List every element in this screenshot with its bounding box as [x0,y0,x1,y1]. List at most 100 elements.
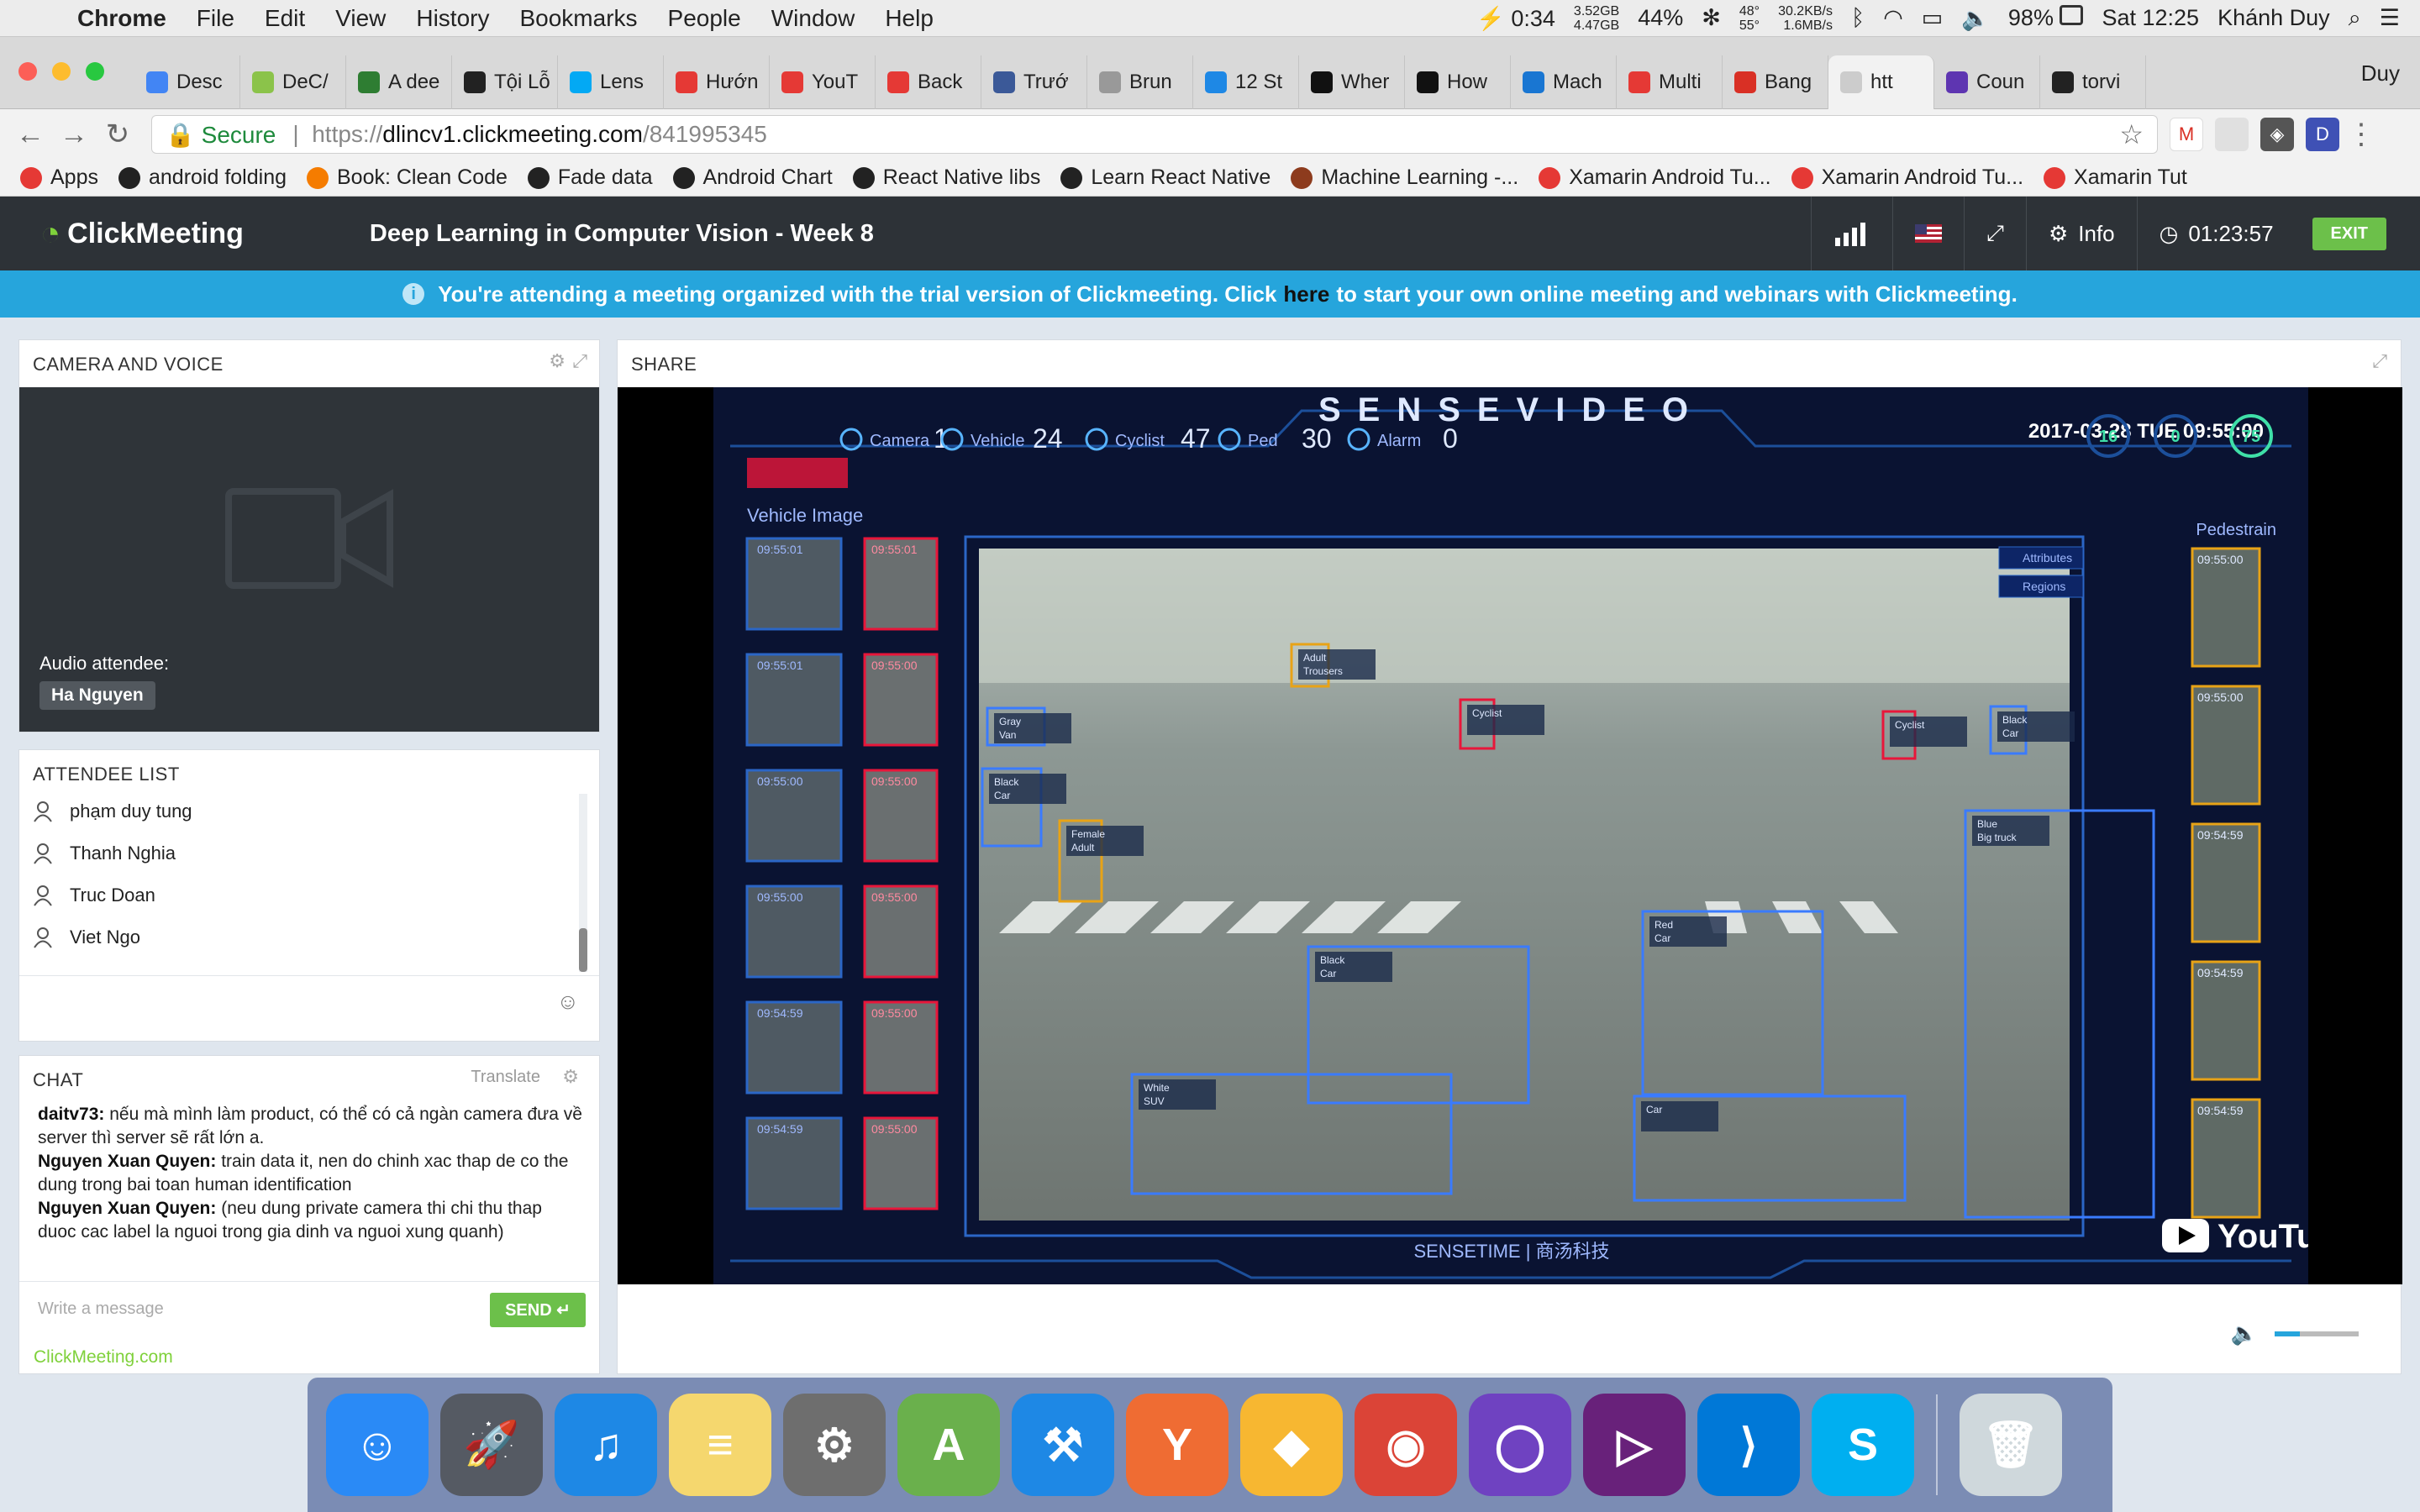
menu-history[interactable]: History [401,5,504,32]
address-bar[interactable]: 🔒 Secure | https:// dlincv1.clickmeeting… [151,115,2158,154]
browser-tab[interactable]: htt [1828,55,1934,109]
settings-icon[interactable]: ⚙ [549,350,566,372]
vehicle-thumbnail[interactable]: 09:54:59 09:55:00 [745,1116,939,1210]
browser-tab[interactable]: YouT [770,55,876,109]
extension-shield-icon[interactable]: ◈ [2260,118,2294,151]
bookmark-item[interactable]: Xamarin Android Tu... [1539,165,1771,190]
share-expand-icon[interactable]: ⤢ [2372,350,2387,372]
chrome-menu-icon[interactable]: ⋮ [2339,118,2383,151]
user-name[interactable]: Khánh Duy [2217,5,2330,31]
skype-dock-icon[interactable]: S [1812,1394,1914,1496]
bookmark-item[interactable]: React Native libs [852,165,1040,190]
temperature-status[interactable]: 48° 55° [1739,4,1760,33]
forward-button[interactable]: → [52,118,96,151]
chat-message-input[interactable]: Write a message [38,1299,475,1319]
xcode-dock-icon[interactable]: ⚒ [1012,1394,1114,1496]
bookmark-item[interactable]: Learn React Native [1060,165,1270,190]
browser-tab[interactable]: Desc [134,55,240,109]
menu-file[interactable]: File [182,5,250,32]
bookmark-item[interactable]: Android Chart [672,165,833,190]
emoji-icon[interactable]: ☺ [556,989,579,1015]
bookmark-item[interactable]: Fade data [527,165,653,190]
spotlight-search-icon[interactable]: ⌕ [2349,5,2361,32]
extension-icon[interactable] [2215,118,2249,151]
pedestrian-thumbnail[interactable]: 09:54:59 [2191,1098,2261,1219]
android-studio-dock-icon[interactable]: A [897,1394,1000,1496]
trash-dock-icon[interactable]: 🗑 [1960,1394,2062,1496]
browser-tab[interactable]: DeC/ [240,55,346,109]
vehicle-thumbnail[interactable]: 09:55:00 09:55:00 [745,885,939,979]
bookmark-item[interactable]: Xamarin Android Tu... [1791,165,2023,190]
bluetooth-icon[interactable]: ᛒ [1851,5,1865,31]
browser-tab[interactable]: Hướn [664,55,770,109]
secure-indicator[interactable]: 🔒 Secure [166,121,276,149]
notes-dock-icon[interactable]: ≡ [669,1394,771,1496]
menu-window[interactable]: Window [756,5,871,32]
extension-d-icon[interactable]: D [2306,118,2339,151]
vehicle-thumbnail[interactable]: 09:55:01 09:55:01 [745,537,939,631]
volume-icon[interactable]: 🔈 [1961,5,1990,32]
browser-tab[interactable]: Coun [1934,55,2040,109]
cpu-status[interactable]: 44% [1638,5,1683,31]
wifi-icon[interactable]: ◠ [1883,5,1903,31]
vehicle-thumbnail[interactable]: 09:55:01 09:55:00 [745,653,939,747]
browser-tab[interactable]: Mach [1511,55,1617,109]
menu-bookmarks[interactable]: Bookmarks [504,5,652,32]
translate-button[interactable]: Translate [471,1068,540,1087]
pedestrian-thumbnail[interactable]: 09:55:00 [2191,685,2261,806]
browser-tab[interactable]: Back [876,55,981,109]
signal-strength-icon[interactable] [1811,197,1892,270]
language-flag-icon[interactable] [1892,197,1964,270]
menu-view[interactable]: View [320,5,401,32]
attendee-item[interactable]: Thanh Nghia [33,843,176,864]
detection-box[interactable]: Gray Van [986,706,1071,747]
attributes-toggle[interactable]: Attributes [2023,551,2072,564]
postman-dock-icon[interactable]: Y [1126,1394,1228,1496]
notification-center-icon[interactable]: ☰ [2380,5,2400,31]
bookmark-item[interactable]: Book: Clean Code [307,165,508,190]
github-desktop-dock-icon[interactable]: ◯ [1469,1394,1571,1496]
volume-slider[interactable] [2275,1331,2359,1336]
info-button[interactable]: ⚙ Info [2025,197,2137,270]
audio-attendee-name[interactable]: Ha Nguyen [39,681,155,710]
menu-help[interactable]: Help [870,5,949,32]
bookmark-item[interactable]: Xamarin Tut [2044,165,2187,190]
attendee-scrollbar[interactable] [579,794,587,972]
network-status[interactable]: 30.2KB/s 1.6MB/s [1778,4,1833,33]
browser-tab[interactable]: Bang [1723,55,1828,109]
vehicle-thumbnail[interactable]: 09:55:00 09:55:00 [745,769,939,863]
powered-by-link[interactable]: ClickMeeting.com [34,1347,173,1368]
browser-tab[interactable]: Brun [1087,55,1193,109]
pedestrian-thumbnail[interactable]: 09:54:59 [2191,960,2261,1081]
reload-button[interactable]: ↻ [96,118,139,151]
bookmark-star-icon[interactable]: ☆ [2119,118,2144,150]
pedestrian-thumbnail[interactable]: 09:54:59 [2191,822,2261,943]
browser-tab[interactable]: Trướ [981,55,1087,109]
memory-status[interactable]: 3.52GB 4.47GB [1574,4,1619,33]
attendee-item[interactable]: Viet Ngo [33,927,140,948]
gmail-extension-icon[interactable]: M [2170,118,2203,151]
clock[interactable]: Sat 12:25 [2102,5,2199,31]
browser-tab[interactable]: 12 St [1193,55,1299,109]
menu-edit[interactable]: Edit [250,5,320,32]
bookmark-item[interactable]: android folding [118,165,287,190]
visual-studio-dock-icon[interactable]: ▷ [1583,1394,1686,1496]
battery-time-status[interactable]: ⚡ 0:34 [1476,5,1555,32]
itunes-dock-icon[interactable]: ♫ [555,1394,657,1496]
volume-control[interactable]: 🔈 [2231,1320,2359,1347]
system-preferences-dock-icon[interactable]: ⚙ [783,1394,886,1496]
fullscreen-icon[interactable]: ⤢ [1964,197,2026,270]
chat-settings-icon[interactable]: ⚙ [562,1066,579,1088]
browser-tab[interactable]: Multi [1617,55,1723,109]
bookmark-item[interactable]: Apps [20,165,98,190]
browser-tab[interactable]: How [1405,55,1511,109]
menu-app-name[interactable]: Chrome [62,5,182,32]
window-zoom-button[interactable] [86,62,104,81]
regions-toggle[interactable]: Regions [2023,580,2065,593]
youtube-logo-text[interactable]: YouTube [2217,1218,2308,1255]
airplay-icon[interactable]: ▭ [1922,5,1944,31]
browser-tab[interactable]: torvi [2040,55,2146,109]
attendee-item[interactable]: Truc Doan [33,885,155,906]
shared-video[interactable]: SENSEVIDEO 2017-03-28 TUE 09:55:00 Camer… [618,387,2402,1284]
exit-button[interactable]: EXIT [2312,217,2386,250]
